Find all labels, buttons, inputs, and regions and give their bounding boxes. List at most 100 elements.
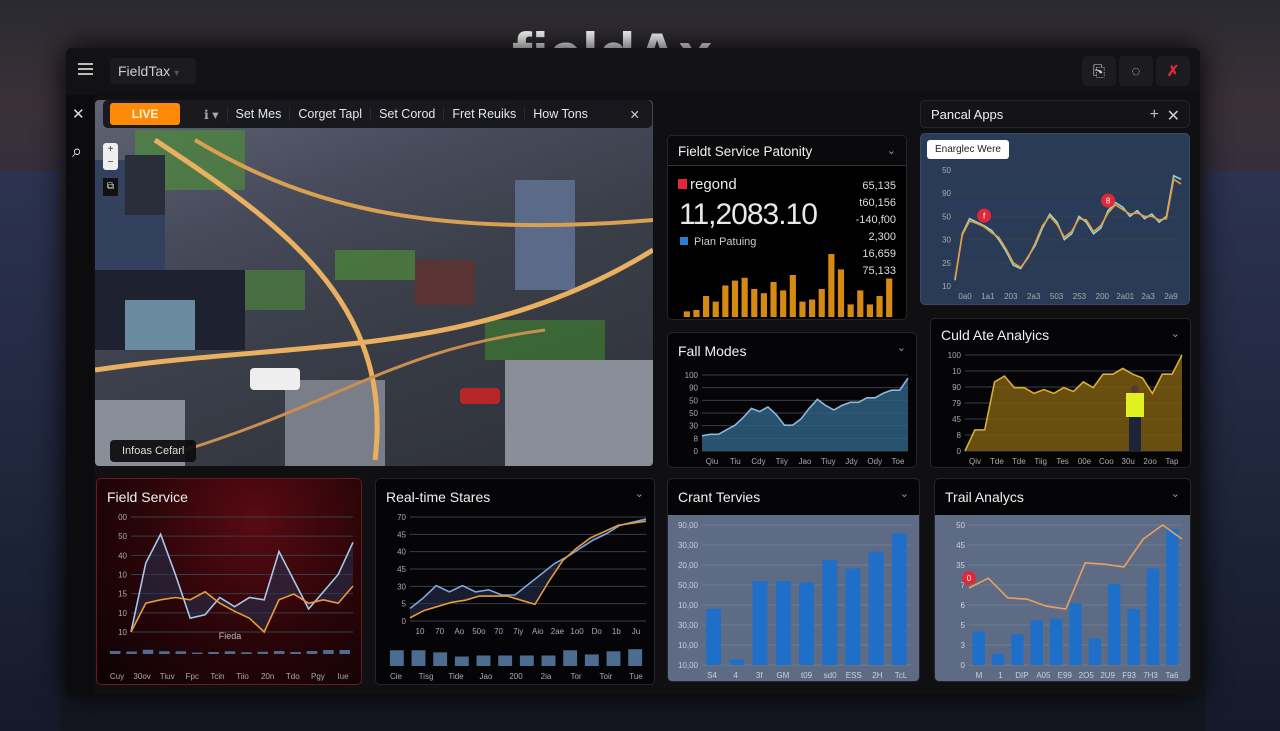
x-tick-label: t09 <box>801 671 813 680</box>
y-tick-label: 10 <box>942 282 951 291</box>
x-tick-label: 1a1 <box>981 292 995 301</box>
toolbar-item[interactable]: Corget Tapl <box>290 107 372 121</box>
toolbar-item[interactable]: Fret Reuiks <box>444 107 526 121</box>
chart-label: Fieda <box>219 631 242 641</box>
x-tick-label: Jao <box>480 672 493 681</box>
bar <box>1088 638 1102 665</box>
map-view[interactable]: + − ⧉ Infoas Cefarl <box>95 100 653 466</box>
background-building <box>1205 171 1280 731</box>
bar <box>789 275 796 317</box>
panel-title: Real-time Stares <box>386 489 491 505</box>
panel-title: Fall Modes <box>678 343 747 359</box>
y-tick-label: 90 <box>952 383 961 392</box>
x-tick-label: 30u <box>1122 457 1135 466</box>
bar <box>1011 634 1024 665</box>
x-tick-label: 00e <box>1078 457 1092 466</box>
pin-label: 8 <box>1106 197 1111 206</box>
x-tick-label: 200 <box>1096 292 1110 301</box>
fall-modes-chart: 100 90 50 50 30 8 0 Qiu Tiu Cdy Tiiy Jao Tiuy Jdy Ody T… <box>685 371 909 466</box>
chevron-down-icon[interactable]: ⌄ <box>1171 327 1180 340</box>
x-tick-label: Toir <box>600 672 613 681</box>
chevron-down-icon[interactable]: ⌄ <box>887 144 896 157</box>
y-tick-label: 50,00 <box>678 581 699 590</box>
bar <box>822 560 838 665</box>
x-tick-label: TcL <box>895 671 908 680</box>
x-tick-label: Toe <box>892 457 905 466</box>
toolbar-item[interactable]: Set Corod <box>371 107 445 121</box>
hamburger-icon[interactable] <box>78 63 93 75</box>
zoom-control[interactable]: + − <box>103 143 118 170</box>
x-tick-label: sd0 <box>824 671 837 680</box>
bar <box>541 655 556 666</box>
y-tick-label: 90 <box>942 189 951 198</box>
x-tick-label: Qiv <box>969 457 981 466</box>
add-icon[interactable]: + <box>1150 106 1159 124</box>
y-tick-label: 40 <box>118 551 127 560</box>
x-tick-label: Aio <box>532 627 544 636</box>
chevron-down-icon[interactable]: ⌄ <box>1171 487 1180 500</box>
search-icon[interactable]: ⌕ <box>72 141 82 162</box>
trail-chart: 50453576530M 1 DIP A05 E99 2O5 2U9 F93 7H3 Ta60 <box>956 521 1183 680</box>
x-tick-label: ESS <box>846 671 862 680</box>
y-tick-label: 30,00 <box>678 621 699 630</box>
toolbar-item[interactable]: How Tons <box>525 107 596 121</box>
x-tick-label: 0a0 <box>958 292 972 301</box>
energy-button[interactable]: Enarglec Were <box>927 140 1009 159</box>
panel-title: Crant Tervies <box>678 489 761 505</box>
bar <box>837 269 845 317</box>
apps-chart-card: Enarglec Were 50 90 50 30 25 10 0a0 1a1 203 2a3 50… <box>920 133 1190 305</box>
live-button[interactable]: LIVE <box>110 103 180 125</box>
x-tick-label: Tiig <box>1034 457 1047 466</box>
y-tick-label: 79 <box>952 399 961 408</box>
y-tick-label: 50 <box>689 409 698 418</box>
close-window-button[interactable]: ✗ <box>1156 56 1190 86</box>
x-tick-label: Ody <box>867 457 882 466</box>
bar <box>972 631 985 665</box>
x-tick-label: Tisg <box>419 672 434 681</box>
x-tick-label: Do <box>592 627 603 636</box>
y-tick-label: 100 <box>685 371 699 380</box>
x-tick-label: Tes <box>1056 457 1068 466</box>
map-caption: Infoas Cefarl <box>110 440 197 462</box>
x-tick-label: Tue <box>629 672 643 681</box>
x-tick-label: Qiu <box>706 457 718 466</box>
app-selector-label: FieldTax <box>118 63 171 79</box>
x-tick-label: Tiuv <box>160 672 175 681</box>
red-marker-icon <box>678 179 687 189</box>
realtime-bar-chart: Cie Tisg Tide Jao 200 2ia Tor Toir Tue <box>389 649 643 681</box>
trail-panel: Trail Analycs ⌄ 50 45 35 7 6 5 3 0 M 1 DIP A05 E99 2O… <box>934 478 1191 682</box>
zoom-in-button[interactable]: + <box>108 144 114 155</box>
close-icon[interactable]: ✕ <box>630 107 640 122</box>
crant-panel: Crant Tervies ⌄ 90,00 30,00 20,00 50,00 10,0… <box>667 478 920 682</box>
x-tick-label: F93 <box>1122 671 1136 680</box>
region-label-text: regond <box>690 176 737 193</box>
layers-button[interactable]: ⧉ <box>103 178 118 196</box>
bar <box>584 654 599 666</box>
y-tick-label: 8 <box>694 434 699 443</box>
x-tick-label: 2oo <box>1143 457 1157 466</box>
y-tick-label: 45 <box>956 541 965 550</box>
bar <box>1146 568 1160 665</box>
info-dropdown[interactable]: ℹ ▾ <box>196 106 228 122</box>
close-icon[interactable]: ✕ <box>1167 106 1180 126</box>
bar <box>257 651 269 654</box>
y-tick-label: 30,00 <box>678 541 699 550</box>
chevron-down-icon[interactable]: ⌄ <box>900 487 909 500</box>
y-tick-label: 50 <box>956 521 965 530</box>
y-tick-label: 40 <box>397 548 406 557</box>
chevron-down-icon[interactable]: ⌄ <box>635 487 644 500</box>
x-tick-label: Tiuy <box>821 457 836 466</box>
app-selector[interactable]: FieldTax ▾ <box>110 58 196 84</box>
bar <box>208 652 219 654</box>
close-icon[interactable]: ✕ <box>72 105 85 123</box>
zoom-out-button[interactable]: − <box>108 157 114 168</box>
y-tick-label: 50 <box>118 532 127 541</box>
clipboard-button[interactable]: ⎘ <box>1082 56 1116 86</box>
bar <box>1030 620 1043 665</box>
refresh-button[interactable]: ◌ <box>1119 56 1153 86</box>
x-tick-label: 2H <box>872 671 882 680</box>
toolbar-item[interactable]: Set Mes <box>228 107 291 121</box>
x-tick-label: Tde <box>1012 457 1026 466</box>
chevron-down-icon[interactable]: ⌄ <box>897 341 906 354</box>
x-tick-label: 10 <box>416 627 425 636</box>
